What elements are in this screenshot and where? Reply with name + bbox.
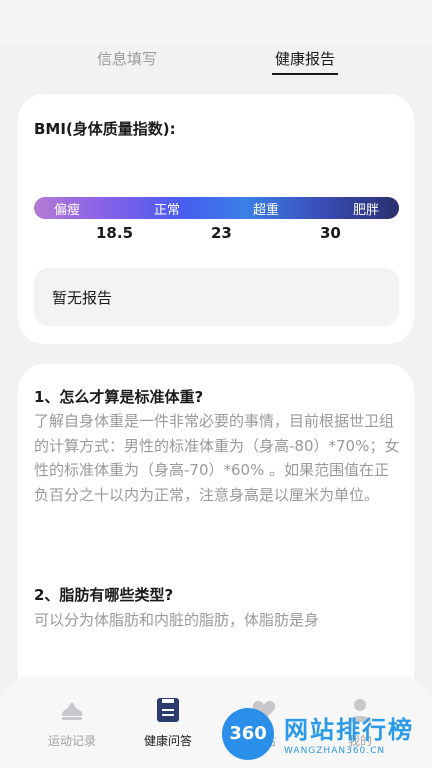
bmi-label-normal: 正常 [154,203,181,218]
faq-question-1: 1、怎么才算是标准体重? [34,388,204,406]
bmi-tick-30: 30 [320,224,341,242]
bmi-title: BMI(身体质量指数): [34,120,176,138]
faq-answer-1: 了解自身体重是一件非常必要的事情，目前根据世卫组的计算方式：男性的标准体重为（身… [34,412,400,504]
bmi-tick-23: 23 [211,224,232,242]
nav-item-exercise-record[interactable]: 运动记录 [32,696,112,749]
watermark-title: 网站排行榜 [284,716,414,744]
nav-label-health-qa: 健康问答 [143,734,192,748]
document-icon [157,698,179,722]
active-tab-underline [272,73,338,75]
bmi-card: BMI(身体质量指数): 偏瘦 正常 超重 肥胖 18.5 23 30 暂无报告 [18,94,414,344]
tab-health-report-label: 健康报告 [274,50,335,68]
tab-info-input[interactable]: 信息填写 [67,48,187,69]
bmi-tick-18-5: 18.5 [96,224,134,242]
tab-health-report[interactable]: 健康报告 [245,48,365,75]
watermark-badge: 360 [222,708,274,760]
shoe-icon [62,702,82,720]
bmi-label-obese: 肥胖 [353,203,380,218]
faq-card[interactable]: 1、怎么才算是标准体重? 了解自身体重是一件非常必要的事情，目前根据世卫组的计算… [18,364,414,684]
report-empty-text: 暂无报告 [52,289,113,307]
bmi-scale-bar: 偏瘦 正常 超重 肥胖 [34,197,399,219]
nav-label-exercise-record: 运动记录 [47,734,96,748]
faq-question-2: 2、脂肪有哪些类型? [34,586,174,604]
watermark-url: WANGZHAN360.CN [284,746,386,756]
report-box: 暂无报告 [34,268,399,326]
top-tabs: 信息填写 健康报告 [0,44,432,78]
faq-answer-2: 可以分为体脂肪和内脏的脂肪，体脂肪是身 [34,611,320,629]
bmi-label-underweight: 偏瘦 [54,203,81,218]
tab-info-input-label: 信息填写 [96,50,157,68]
watermark-logo: 360 网站排行榜 WANGZHAN360.CN [222,706,432,768]
status-bar [0,0,432,44]
nav-item-health-qa[interactable]: 健康问答 [128,696,208,749]
bmi-label-overweight: 超重 [253,203,280,218]
